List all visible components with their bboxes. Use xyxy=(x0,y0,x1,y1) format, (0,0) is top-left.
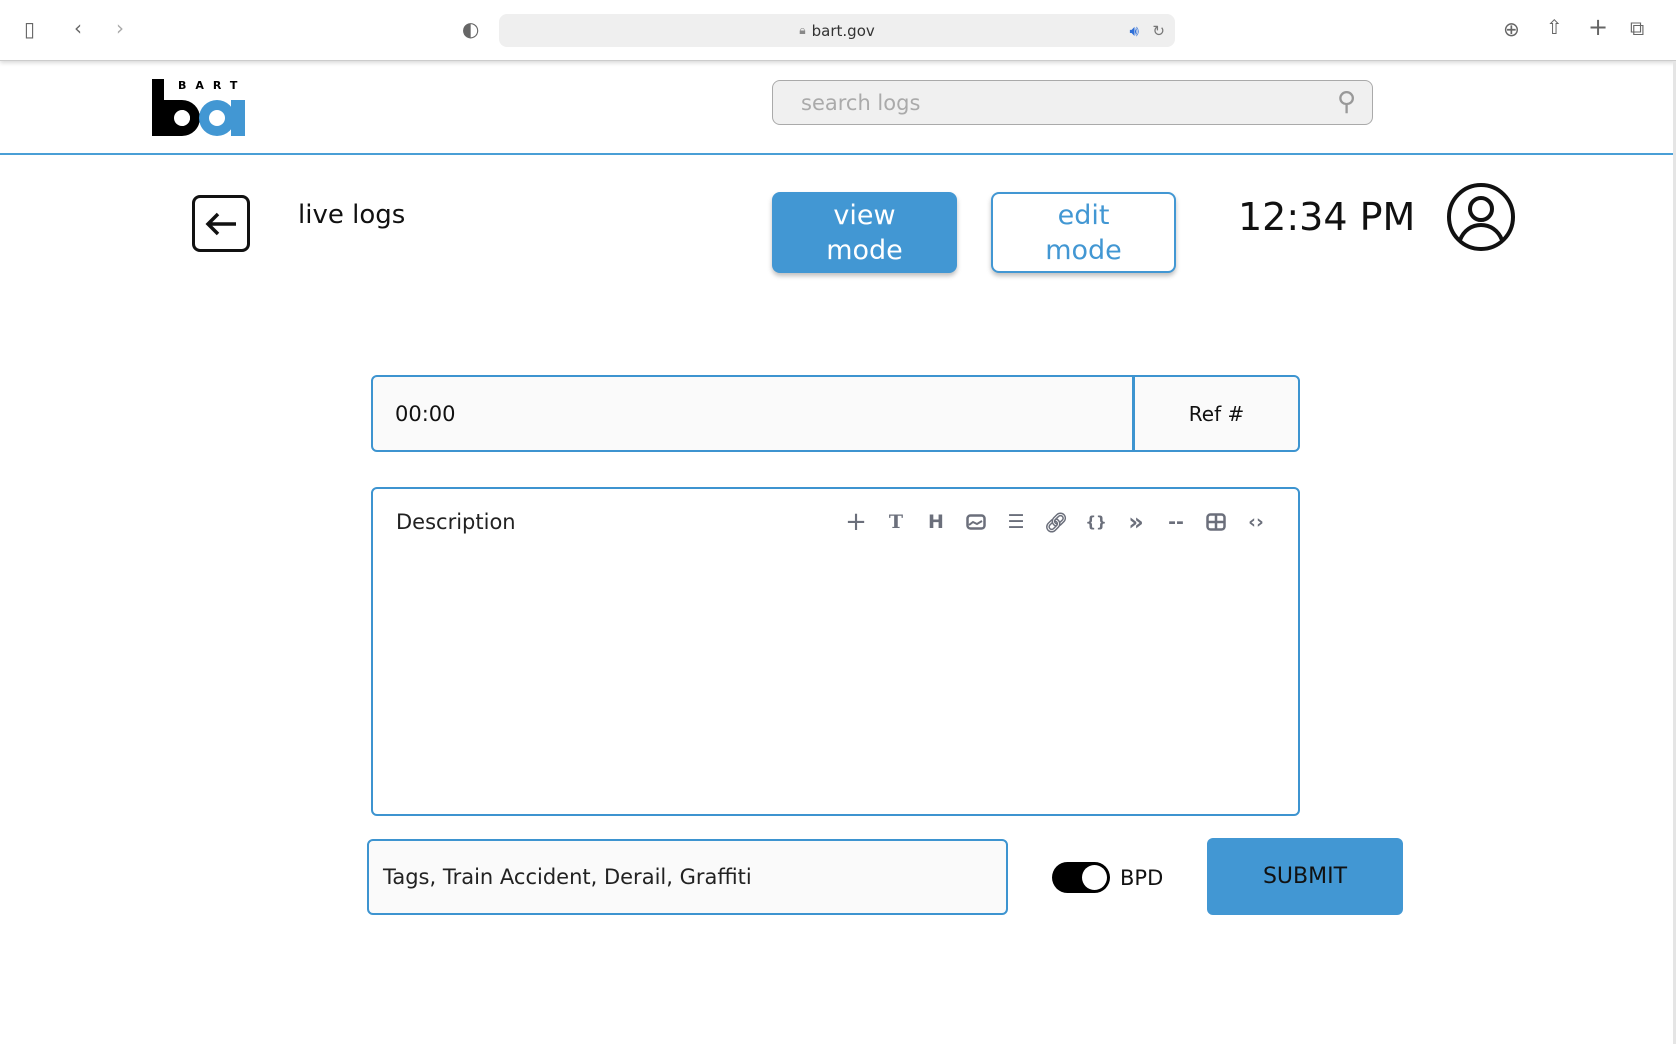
time-ref-row: 00:00 Ref # xyxy=(371,375,1300,452)
clock: 12:34 PM xyxy=(1238,195,1416,239)
quote-icon[interactable]: » xyxy=(1116,506,1156,538)
view-mode-label: view mode xyxy=(826,199,903,266)
url-text: bart.gov xyxy=(811,21,875,40)
back-button[interactable] xyxy=(192,195,250,252)
time-value: 00:00 xyxy=(395,401,456,426)
bpd-label: BPD xyxy=(1120,866,1164,890)
submit-button[interactable]: SUBMIT xyxy=(1207,838,1403,915)
search-placeholder: search logs xyxy=(801,90,921,115)
download-icon[interactable]: ⊕ xyxy=(1503,19,1520,39)
page-title: live logs xyxy=(298,200,406,230)
arrow-left-icon xyxy=(205,212,236,235)
code-block-icon[interactable]: {} xyxy=(1076,506,1116,538)
address-bar[interactable]: 🔒︎ bart.gov 🔊︎ ↻ xyxy=(499,14,1175,47)
bart-logo[interactable]: BART xyxy=(152,79,247,137)
search-icon[interactable]: ⚲ xyxy=(1337,87,1356,117)
user-avatar-icon[interactable] xyxy=(1446,182,1516,256)
tags-value: Tags, Train Accident, Derail, Graffiti xyxy=(383,865,752,889)
sidebar-icon[interactable]: ▯ xyxy=(24,19,35,39)
code-icon[interactable]: ‹› xyxy=(1236,506,1276,538)
description-placeholder: Description xyxy=(396,510,516,534)
reload-icon[interactable]: ↻ xyxy=(1152,22,1165,40)
list-icon[interactable]: ☰ xyxy=(996,506,1036,538)
view-mode-button[interactable]: view mode xyxy=(772,192,957,273)
time-input[interactable]: 00:00 xyxy=(373,377,1135,450)
text-icon[interactable]: T xyxy=(876,506,916,538)
browser-toolbar: ▯ ‹ › ◐ 🔒︎ bart.gov 🔊︎ ↻ ⊕ ⇧ + ⧉ xyxy=(0,0,1676,61)
search-input[interactable]: search logs ⚲ xyxy=(772,80,1373,125)
new-tab-icon[interactable]: + xyxy=(1588,15,1608,39)
tabs-overview-icon[interactable]: ⧉ xyxy=(1630,18,1644,38)
add-icon[interactable]: + xyxy=(836,506,876,538)
toggle-knob xyxy=(1082,865,1107,890)
image-icon[interactable] xyxy=(956,506,996,538)
submit-label: SUBMIT xyxy=(1262,864,1348,889)
audio-icon[interactable]: 🔊︎ xyxy=(1130,22,1139,40)
ref-placeholder: Ref # xyxy=(1188,401,1245,426)
bpd-toggle[interactable] xyxy=(1052,862,1110,893)
heading-icon[interactable]: H xyxy=(916,506,956,538)
shield-icon[interactable]: ◐ xyxy=(462,19,479,39)
tags-input[interactable]: Tags, Train Accident, Derail, Graffiti xyxy=(367,839,1008,915)
lock-icon: 🔒︎ xyxy=(799,23,806,37)
share-icon[interactable]: ⇧ xyxy=(1546,17,1563,37)
forward-nav-icon[interactable]: › xyxy=(116,18,124,38)
link-icon[interactable]: 🔗︎ xyxy=(1036,506,1076,538)
table-icon[interactable] xyxy=(1196,506,1236,538)
divider-icon[interactable]: -- xyxy=(1156,506,1196,538)
svg-text:BART: BART xyxy=(178,79,246,92)
header-divider xyxy=(0,153,1673,155)
editor-toolbar: + T H ☰ 🔗︎ {} » -- ‹› xyxy=(836,506,1276,538)
edit-mode-label: edit mode xyxy=(1045,199,1122,266)
ref-input[interactable]: Ref # xyxy=(1135,377,1298,450)
edit-mode-button[interactable]: edit mode xyxy=(991,192,1176,273)
back-nav-icon[interactable]: ‹ xyxy=(74,18,82,38)
